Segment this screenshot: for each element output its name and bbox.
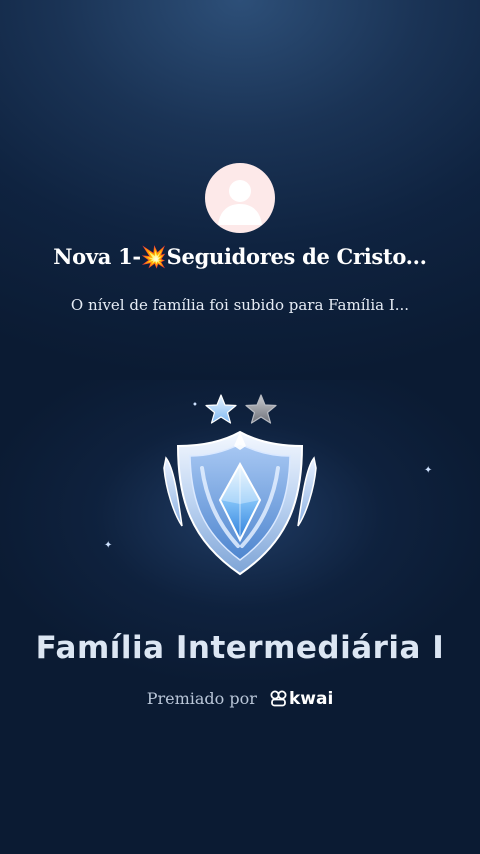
family-level-name: Família Intermediária I <box>35 630 445 666</box>
level-up-screen: Nova 1-💥Seguidores de Cristo... O nível … <box>0 0 480 854</box>
awarded-by: Premiado por kwai <box>0 688 480 709</box>
brand-name: kwai <box>288 688 334 709</box>
shield-diamond-badge-icon <box>160 428 320 578</box>
default-user-avatar-icon <box>218 180 262 225</box>
sparkle-icon: ✦ <box>104 540 113 551</box>
star-unlit-icon <box>245 394 277 424</box>
sparkle-icon: • <box>192 400 198 411</box>
group-name: Nova 1-💥Seguidores de Cristo... <box>53 244 427 269</box>
kwai-logo: kwai <box>270 689 333 709</box>
star-lit-icon <box>205 394 237 424</box>
group-avatar[interactable] <box>205 163 275 233</box>
sparkle-icon: ✦ <box>424 465 433 476</box>
level-stars <box>205 394 279 426</box>
level-up-notice: O nível de família foi subido para Famíl… <box>70 296 410 314</box>
kwai-logo-icon <box>270 690 287 707</box>
awarded-by-label: Premiado por <box>146 689 257 708</box>
